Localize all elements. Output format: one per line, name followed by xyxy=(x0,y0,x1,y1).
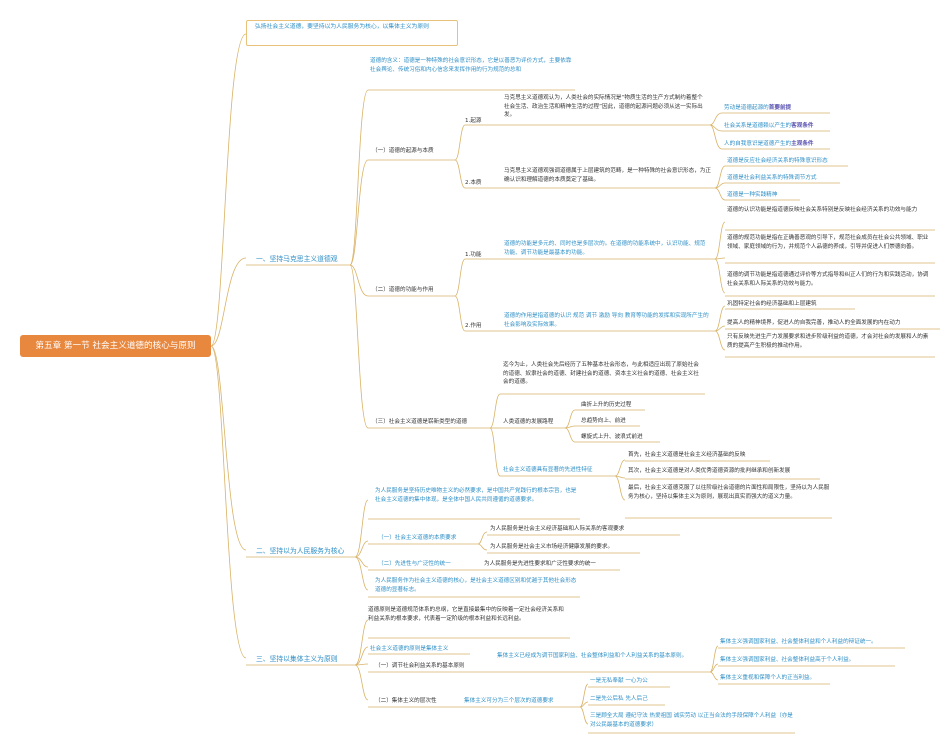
s1-sub3-a-label[interactable]: 人类道德的发展路程 xyxy=(503,418,568,427)
advanced-item-3: 最后，社会主义道德克服了以往阶级社会道德的片面性和局限性，坚持以为人民服务为核心… xyxy=(628,485,830,500)
level-item-1: 一是无私奉献 一心为公 xyxy=(590,678,648,684)
section-1-title[interactable]: 一、坚持马克思主义道德观 xyxy=(256,254,356,265)
collectivism-item-3: 集体主义重视和保障个人的正当利益。 xyxy=(720,675,816,681)
s1-sub1-a-label[interactable]: 1.起源 xyxy=(465,117,495,126)
s1-sub1-b-label[interactable]: 2.本质 xyxy=(465,179,495,188)
advanced-item-2: 其次，社会主义道德是对人类优秀道德资源的批判继承和创新发展 xyxy=(628,468,791,474)
s1-sub1-title[interactable]: （一）道德的起源与本质 xyxy=(372,147,457,156)
summary-node[interactable]: 弘扬社会主义道德，要坚持以为人民服务为核心，以集体主义为原则 xyxy=(246,20,458,46)
s2-sub1-title[interactable]: （一）社会主义道德的本质要求 xyxy=(378,534,473,543)
role-item-2: 提高人的精神境界，促进人的自我完善，推动人的全面发展的内在动力 xyxy=(727,320,901,326)
s2-sub2-title[interactable]: （二）先进性与广泛性的统一 xyxy=(378,560,473,569)
level-item-2: 二是先公后私 先人后己 xyxy=(590,696,648,702)
s3-sub1-text: 集体主义已经成为调节国家利益、社会整体利益和个人利益关系的基本原则。 xyxy=(497,653,688,659)
s1-sub1-b-text: 马克思主义道德观强调道德属于上层建筑的范畴，是一种特殊的社会意识形态，为正确认识… xyxy=(504,168,711,183)
section-3-title[interactable]: 三、坚持以集体主义为原则 xyxy=(256,654,356,665)
s3-sub2-title[interactable]: （二）集体主义的层次性 xyxy=(375,697,460,706)
s2-sub2-text: 为人民服务是先进性要求和广泛性要求的统一 xyxy=(484,561,596,567)
s1-sub3-title[interactable]: （三）社会主义道德是崭新类型的道德 xyxy=(372,418,492,427)
role-item-1: 巩固特定社会的经济基础和上层建筑 xyxy=(727,301,817,307)
path-item-3: 螺旋式上升、波浪式前进 xyxy=(581,434,643,440)
s3-principle[interactable]: 社会主义道德的原则是集体主义 xyxy=(370,645,470,654)
advanced-item-1: 首先，社会主义道德是社会主义经济基础的反映 xyxy=(628,452,746,458)
origin-item-3: 人的自我意识是道德产生的主观条件 xyxy=(724,141,814,147)
collectivism-item-2: 集体主义强调国家利益、社会整体利益高于个人利益。 xyxy=(720,657,855,663)
origin-item-2: 社会关系是道德赖以产生的客观条件 xyxy=(724,123,814,129)
path-item-1: 曲折上升的历史过程 xyxy=(581,402,632,408)
section-2-title[interactable]: 二、坚持以为人民服务为核心 xyxy=(256,546,356,557)
s2-sub1-item-2: 为人民服务是社会主义市场经济健康发展的要求。 xyxy=(490,544,614,550)
s2-sub1-item-1: 为人民服务是社会主义经济基础和人际关系的客观要求 xyxy=(490,526,625,532)
root-node[interactable]: 第五章 第一节 社会主义道德的核心与原则 xyxy=(20,335,211,357)
function-item-3: 道德的调节功能是指道德通过评价等方式指导和纠正人们的行为和实践活动，协调社会关系… xyxy=(727,272,929,287)
role-item-3: 只有反映先进生产力发展要求和进步阶级利益的道德，才会对社会的发展和人的素质的提高… xyxy=(727,334,929,349)
s3-intro: 道德原则是道德规范体系的总纲，它是直接最集中的反映着一定社会经济关系和利益关系的… xyxy=(368,607,564,622)
s1-sub2-a-text: 道德的功能是多元的、同时也是多层次的。在道德的功能系统中，认识功能、规范功能、调… xyxy=(504,241,706,256)
s3-sub2-text: 集体主义可分为三个层次的道德要求 xyxy=(464,698,554,704)
s1-sub3-intro: 迄今为止，人类社会先后经历了五种基本社会形态，与此相适应出现了原始社会的道德、奴… xyxy=(503,362,699,386)
s1-sub2-b-text: 道德的作用是指道德的认识 规范 调节 激励 导向 教育等功能的发挥和实现所产生的… xyxy=(504,313,709,328)
s1-sub1-a-text: 马克思主义道德观认为，人类社会的实际情况是“物质生活的生产方式制约着整个社会生活… xyxy=(504,95,703,119)
s1-sub3-b-label[interactable]: 社会主义道德具有显著的先进性特征 xyxy=(503,466,618,475)
s3-sub1-title[interactable]: （一）调节社会利益关系的基本原则 xyxy=(375,662,495,671)
s2-intro: 为人民服务是坚持历史唯物主义的必然要求，是中国共产党践行的根本宗旨，也是社会主义… xyxy=(375,488,577,503)
function-item-2: 道德的规范功能是指在正确善恶观的引导下，规范社会成员在社会公共领域、职业领域、家… xyxy=(727,235,929,250)
essence-item-2: 道德是社会利益关系的特殊调节方式 xyxy=(727,175,817,181)
s1-sub2-title[interactable]: （二）道德的功能与作用 xyxy=(372,286,457,295)
essence-item-1: 道德是反应社会经济关系的特殊意识形态 xyxy=(727,158,828,164)
s1-sub2-a-label[interactable]: 1.功能 xyxy=(465,251,495,260)
essence-item-3: 道德是一种实践精神 xyxy=(727,192,778,198)
level-item-3: 三是顾全大局 遵纪守法 热爱祖国 诚实劳动 以正当合法的手段保障个人利益（亦是对… xyxy=(590,713,793,728)
collectivism-item-1: 集体主义强调国家利益、社会整体利益和个人利益的辩证统一。 xyxy=(720,639,877,645)
origin-item-1: 劳动是道德起源的首要前提 xyxy=(724,105,792,111)
s2-outro: 为人民服务作为社会主义道德的核心，是社会主义道德区别和优越于其他社会形态道德的显… xyxy=(375,578,577,593)
function-item-1: 道德的认识功能是指道德反映社会关系特别是反映社会经济关系的功效与能力 xyxy=(727,207,918,213)
summary-text: 弘扬社会主义道德，要坚持以为人民服务为核心，以集体主义为原则 xyxy=(255,24,429,30)
s1-sub2-b-label[interactable]: 2.作用 xyxy=(465,322,495,331)
s1-definition: 道德的含义：道德是一种特殊的社会意识形态，它是以善恶为评价方式，主要依靠社会舆论… xyxy=(370,58,572,73)
path-item-2: 总趋势向上、前进 xyxy=(581,418,626,424)
